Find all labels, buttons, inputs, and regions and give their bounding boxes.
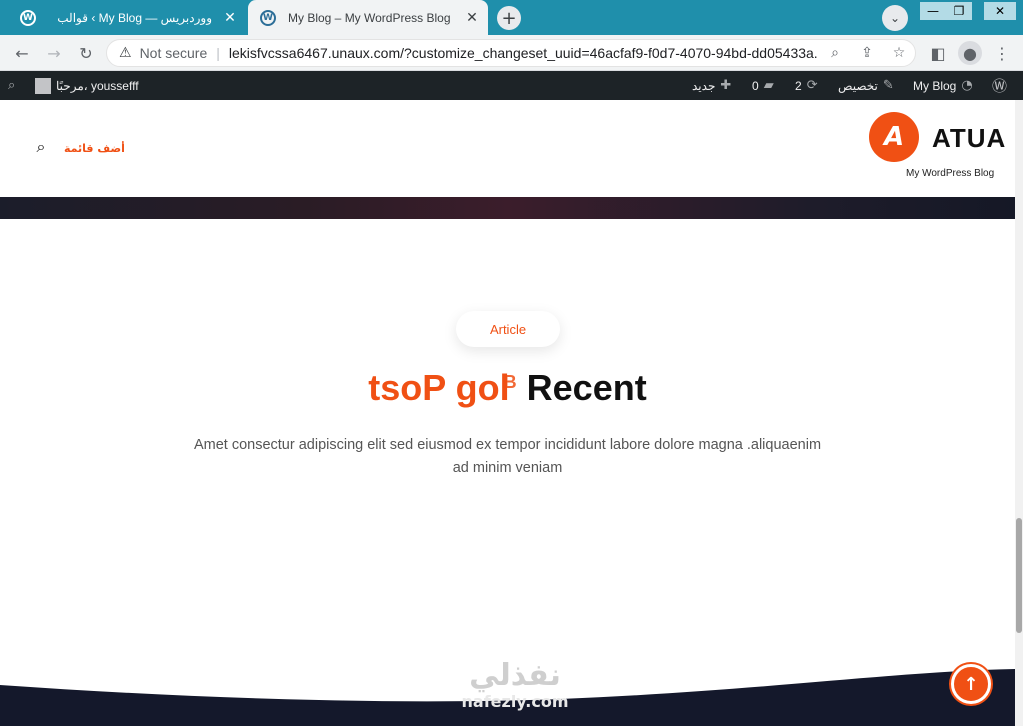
page-scrollbar[interactable] xyxy=(1015,100,1023,726)
hero-image-strip xyxy=(0,197,1015,219)
section-heading: tsoP golB Recent xyxy=(0,367,1015,409)
close-tab-icon[interactable]: ✕ xyxy=(462,10,482,26)
paintbrush-icon: ✎ xyxy=(882,78,894,93)
site-header: A ATUA My WordPress Blog أضف قائمة ⌕ xyxy=(0,100,1015,197)
site-logo-text[interactable]: ATUA xyxy=(932,123,1006,154)
wordpress-icon: W xyxy=(20,9,36,26)
forward-arrow-icon[interactable]: → xyxy=(42,41,66,65)
heading-small-letter: B xyxy=(503,372,517,392)
new-label: جديد xyxy=(692,78,716,93)
tab-themes[interactable]: W قوالب ‹ My Blog — ووردبريس ✕ xyxy=(8,0,246,35)
heading-orange-text: tsoP gol xyxy=(368,367,510,408)
admin-new-menu[interactable]: جديد ✚ xyxy=(692,71,731,100)
close-window-button[interactable]: ✕ xyxy=(984,2,1016,20)
reload-icon[interactable]: ↻ xyxy=(74,41,98,65)
dashboard-gauge-icon: ◔ xyxy=(961,78,973,93)
admin-comments[interactable]: 0 ▰ xyxy=(752,71,774,100)
zoom-icon[interactable]: ⌕ xyxy=(819,45,851,61)
scrollbar-thumb[interactable] xyxy=(1016,518,1022,633)
heading-dark-text: Recent xyxy=(526,367,647,408)
add-menu-link[interactable]: أضف قائمة xyxy=(62,136,127,162)
user-avatar xyxy=(35,77,51,94)
customize-label: تخصيص xyxy=(838,78,878,93)
site-logo-mark[interactable]: A xyxy=(869,112,919,162)
url-text[interactable]: lekisfvcssa6467.unaux.com/?customize_cha… xyxy=(229,45,819,61)
share-icon[interactable]: ⇪ xyxy=(851,45,883,61)
minimize-window-button[interactable]: — xyxy=(920,2,946,20)
admin-customize[interactable]: تخصيص ✎ xyxy=(838,71,894,100)
security-label[interactable]: Not secure xyxy=(140,45,208,61)
plus-icon: ✚ xyxy=(720,78,732,93)
address-bar[interactable]: ⚠ Not secure | lekisfvcssa6467.unaux.com… xyxy=(106,39,916,67)
restore-window-button[interactable]: ❐ xyxy=(946,2,972,20)
section-badge: Article xyxy=(456,311,560,347)
back-arrow-icon[interactable]: ← xyxy=(10,41,34,65)
bookmark-star-icon[interactable]: ☆ xyxy=(883,45,915,61)
admin-search-icon[interactable]: ⌕ xyxy=(8,71,15,100)
wordpress-icon: W xyxy=(260,9,276,26)
warning-icon[interactable]: ⚠ xyxy=(119,45,132,61)
admin-site-name[interactable]: My Blog ◔ xyxy=(913,71,973,100)
comments-count: 0 xyxy=(752,78,759,93)
scroll-to-top-button[interactable]: ↑ xyxy=(951,664,991,704)
greeting-text: مرحبًا، youssefff xyxy=(56,78,139,93)
browser-tab-strip: W قوالب ‹ My Blog — ووردبريس ✕ W My Blog… xyxy=(0,0,1023,35)
menu-kebab-icon[interactable]: ⋮ xyxy=(990,41,1014,65)
updates-count: 2 xyxy=(795,78,802,93)
browser-toolbar: ← → ↻ ⚠ Not secure | lekisfvcssa6467.una… xyxy=(0,35,1023,71)
tab-title: My Blog – My WordPress Blog xyxy=(288,10,451,25)
nafezly-watermark: نفذلي nafezly.com xyxy=(450,660,580,712)
site-name: My Blog xyxy=(913,78,957,93)
close-tab-icon[interactable]: ✕ xyxy=(220,10,240,26)
tab-my-blog[interactable]: W My Blog – My WordPress Blog ✕ xyxy=(248,0,488,35)
section-description: Amet consectur adipiscing elit sed eiusm… xyxy=(193,437,822,476)
recent-posts-section: Article tsoP golB Recent Amet consectur a… xyxy=(0,219,1015,726)
tab-title: قوالب ‹ My Blog — ووردبريس xyxy=(57,10,212,25)
site-tagline: My WordPress Blog xyxy=(906,168,995,179)
wp-admin-bar: ⌕ مرحبًا، youssefff جديد ✚ 0 ▰ 2 ⟳ تخصيص… xyxy=(0,71,1023,100)
search-icon[interactable]: ⌕ xyxy=(31,137,51,157)
admin-updates[interactable]: 2 ⟳ xyxy=(795,71,818,100)
tab-search-icon[interactable]: ⌄ xyxy=(882,5,908,31)
refresh-icon: ⟳ xyxy=(806,78,818,93)
comment-bubble-icon: ▰ xyxy=(763,78,774,93)
wordpress-logo-icon[interactable]: Ⓦ xyxy=(992,71,1007,100)
watermark-arabic: نفذلي xyxy=(469,658,561,693)
profile-avatar-icon[interactable]: ● xyxy=(958,41,982,65)
side-panel-icon[interactable]: ◧ xyxy=(926,41,950,65)
admin-account-menu[interactable]: مرحبًا، youssefff xyxy=(35,71,139,100)
new-tab-button[interactable]: + xyxy=(497,6,521,30)
watermark-domain: nafezly.com xyxy=(461,692,569,711)
